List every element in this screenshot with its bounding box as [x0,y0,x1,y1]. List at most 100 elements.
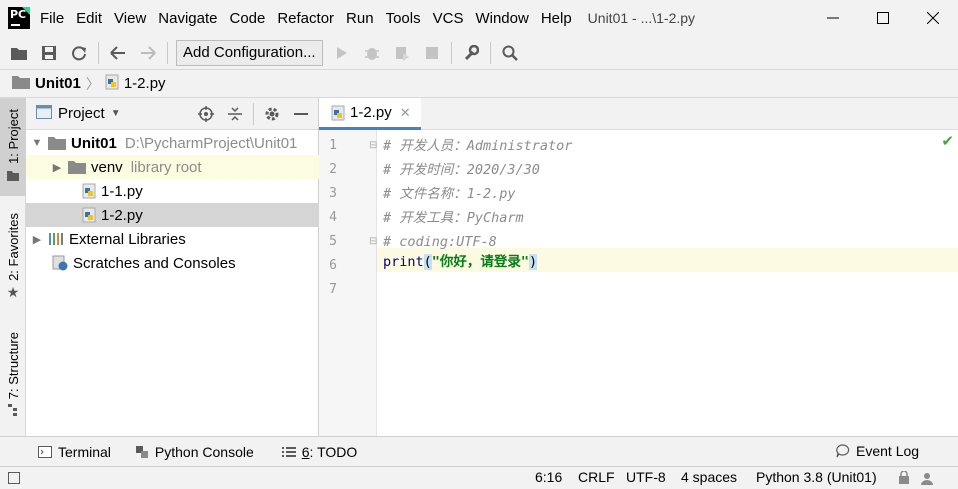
open-folder-icon[interactable] [8,42,30,64]
menu-navigate[interactable]: Navigate [158,10,217,27]
menu-edit[interactable]: Edit [76,10,102,27]
line-number: 7 [329,282,337,297]
menu-tools[interactable]: Tools [386,10,421,27]
tree-item-venv[interactable]: ▶ venv library root [26,155,319,179]
project-view-selector[interactable]: Project [58,105,105,122]
structure-icon [8,403,18,420]
event-log-icon [836,444,850,458]
hide-panel-icon[interactable] [290,103,312,125]
tab-file-1-2[interactable]: 1-2.py ✕ [319,98,421,130]
window-controls [808,0,958,36]
lock-icon[interactable] [898,470,910,487]
coverage-icon[interactable] [391,42,413,64]
toolbar-divider [98,41,99,64]
python-console-button[interactable]: Python Console [135,444,254,460]
tree-item-scratches[interactable]: Scratches and Consoles [26,251,319,275]
chevron-right-icon[interactable]: ▶ [30,233,44,246]
status-bar: 6:16 CRLF UTF-8 4 spaces Python 3.8 (Uni… [0,466,958,489]
run-icon[interactable] [331,42,353,64]
toolbar-divider [489,41,491,64]
breadcrumb-project-label: Unit01 [35,75,81,92]
debug-icon[interactable] [361,42,383,64]
layout-toggle-icon[interactable] [8,471,20,487]
tree-venv-label: venv [91,158,123,176]
todo-button[interactable]: 6: TODO [281,443,358,460]
python-interpreter[interactable]: Python 3.8 (Unit01) [756,469,877,485]
add-configuration-button[interactable]: Add Configuration... [176,39,323,66]
indent-setting[interactable]: 4 spaces [681,469,737,485]
stop-icon[interactable] [421,42,443,64]
code-area[interactable]: # 开发人员：Administrator # 开发时间：2020/3/30 # … [377,130,958,436]
checkmark-icon: ✔ [941,133,954,150]
code-editor: 1-2.py ✕ 1 2 3 4 5 6 7 ⊟ ⊟ # 开发人员：Admini… [319,98,958,436]
tree-item-file-1-1[interactable]: 1-1.py [26,179,319,203]
file-encoding[interactable]: UTF-8 [626,469,666,485]
menu-refactor[interactable]: Refactor [277,10,334,27]
tree-item-root[interactable]: ▼ Unit01 D:\PycharmProject\Unit01 [26,131,319,155]
breadcrumb-file[interactable]: 1-2.py [105,74,166,94]
folder-icon [12,75,30,93]
tab-project[interactable]: 1: Project [0,98,26,196]
event-log-button[interactable]: Event Log [836,443,919,459]
tab-favorites-label: 2: Favorites [5,212,21,281]
inspector-icon[interactable] [920,471,934,488]
locate-file-icon[interactable] [195,103,217,125]
menu-bar: PC File Edit View Navigate Code Refactor… [0,0,958,36]
main-toolbar: Add Configuration... [0,36,958,70]
menu-file[interactable]: File [40,10,64,27]
tree-scratches-label: Scratches and Consoles [73,254,236,272]
pycharm-logo-icon: PC [8,7,30,29]
close-icon[interactable] [908,0,958,36]
panel-tools-divider [253,103,254,125]
project-view-icon [36,104,52,123]
code-line: # 开发时间：2020/3/30 [383,162,540,178]
chevron-right-icon[interactable]: ▶ [50,161,64,174]
todo-label: : TODO [309,443,358,460]
breadcrumb-project[interactable]: Unit01 [12,75,81,93]
tree-item-file-1-2[interactable]: 1-2.py [26,203,319,227]
menu-window[interactable]: Window [475,10,528,27]
forward-arrow-icon[interactable] [137,42,159,64]
gear-icon[interactable] [261,103,283,125]
breadcrumb: Unit01 〉 1-2.py [0,70,958,98]
project-panel: Project ▼ ▼ Unit01 D:\PycharmProject\Uni… [26,98,319,436]
caret-position[interactable]: 6:16 [535,469,562,485]
maximize-icon[interactable] [858,0,908,36]
collapse-all-icon[interactable] [224,103,246,125]
project-folder-icon [7,168,19,185]
code-line: print("你好，请登录") [383,250,538,274]
sync-icon[interactable] [68,42,90,64]
python-console-label: Python Console [154,443,254,460]
save-all-icon[interactable] [38,42,60,64]
search-icon[interactable] [499,42,521,64]
code-paren-open: ( [423,254,432,270]
tree-item-external-libraries[interactable]: ▶ External Libraries [26,227,319,251]
toolbar-divider [167,41,168,64]
back-arrow-icon[interactable] [107,42,129,64]
line-number: 4 [329,210,337,225]
tree-venv-note: library root [130,158,202,176]
close-tab-icon[interactable]: ✕ [400,105,411,121]
tab-structure[interactable]: 7: Structure [0,326,26,426]
line-number: 2 [329,162,337,177]
menu-view[interactable]: View [114,10,146,27]
minimize-icon[interactable] [808,0,858,36]
menu-help[interactable]: Help [541,10,572,27]
menu-run[interactable]: Run [346,10,374,27]
tab-favorites[interactable]: 2: Favorites ★ [0,206,26,308]
left-tool-strip: 1: Project 2: Favorites ★ 7: Structure [0,98,26,436]
tree-root-label: Unit01 [71,134,117,152]
folder-icon [48,136,66,150]
wrench-icon[interactable] [460,42,482,64]
line-separator[interactable]: CRLF [578,469,615,485]
chevron-down-icon[interactable]: ▼ [111,108,121,119]
python-file-icon [105,74,119,94]
tab-structure-label: 7: Structure [5,331,21,400]
terminal-button[interactable]: Terminal [38,444,111,460]
editor-tab-bar: 1-2.py ✕ [319,98,958,130]
python-file-icon [82,207,96,223]
python-console-icon [135,445,149,459]
menu-vcs[interactable]: VCS [433,10,464,27]
menu-code[interactable]: Code [229,10,265,27]
chevron-down-icon[interactable]: ▼ [30,137,44,149]
